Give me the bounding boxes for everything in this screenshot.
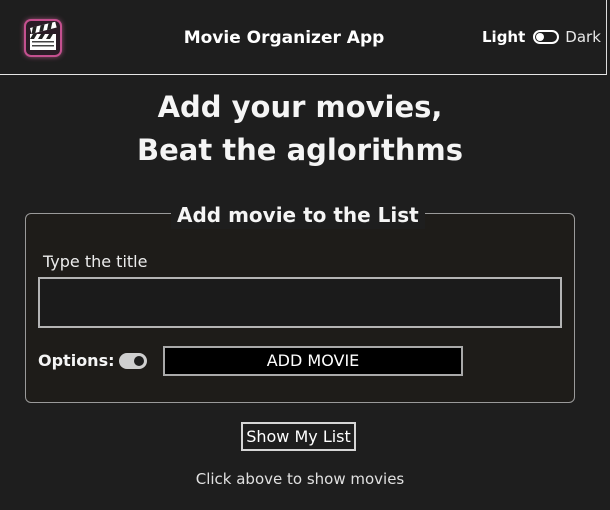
hero-line-2: Beat the aglorithms: [137, 133, 463, 167]
theme-toggle-group: Light Dark: [482, 26, 601, 48]
app-header: Movie Organizer App Light Dark: [0, 0, 607, 75]
app-page: Movie Organizer App Light Dark Add your …: [0, 0, 610, 510]
header-divider: [606, 0, 607, 75]
theme-dark-label: Dark: [565, 28, 601, 46]
movie-title-input[interactable]: [38, 277, 562, 328]
options-label: Options:: [38, 351, 115, 370]
clapperboard-icon: [26, 21, 60, 55]
show-my-list-button[interactable]: Show My List: [241, 422, 356, 451]
options-toggle-knob: [134, 356, 144, 366]
hero-heading: Add your movies, Beat the aglorithms: [0, 86, 600, 172]
title-field-label: Type the title: [43, 252, 148, 271]
add-movie-button[interactable]: ADD MOVIE: [163, 346, 463, 376]
options-toggle[interactable]: [119, 353, 147, 369]
show-movies-hint: Click above to show movies: [195, 470, 405, 488]
theme-toggle-knob: [536, 33, 545, 41]
theme-toggle-switch[interactable]: [533, 30, 560, 44]
add-movie-legend: Add movie to the List: [171, 201, 425, 229]
theme-light-label: Light: [482, 28, 526, 46]
hero-line-1: Add your movies,: [157, 90, 443, 124]
app-title: Movie Organizer App: [183, 28, 385, 48]
